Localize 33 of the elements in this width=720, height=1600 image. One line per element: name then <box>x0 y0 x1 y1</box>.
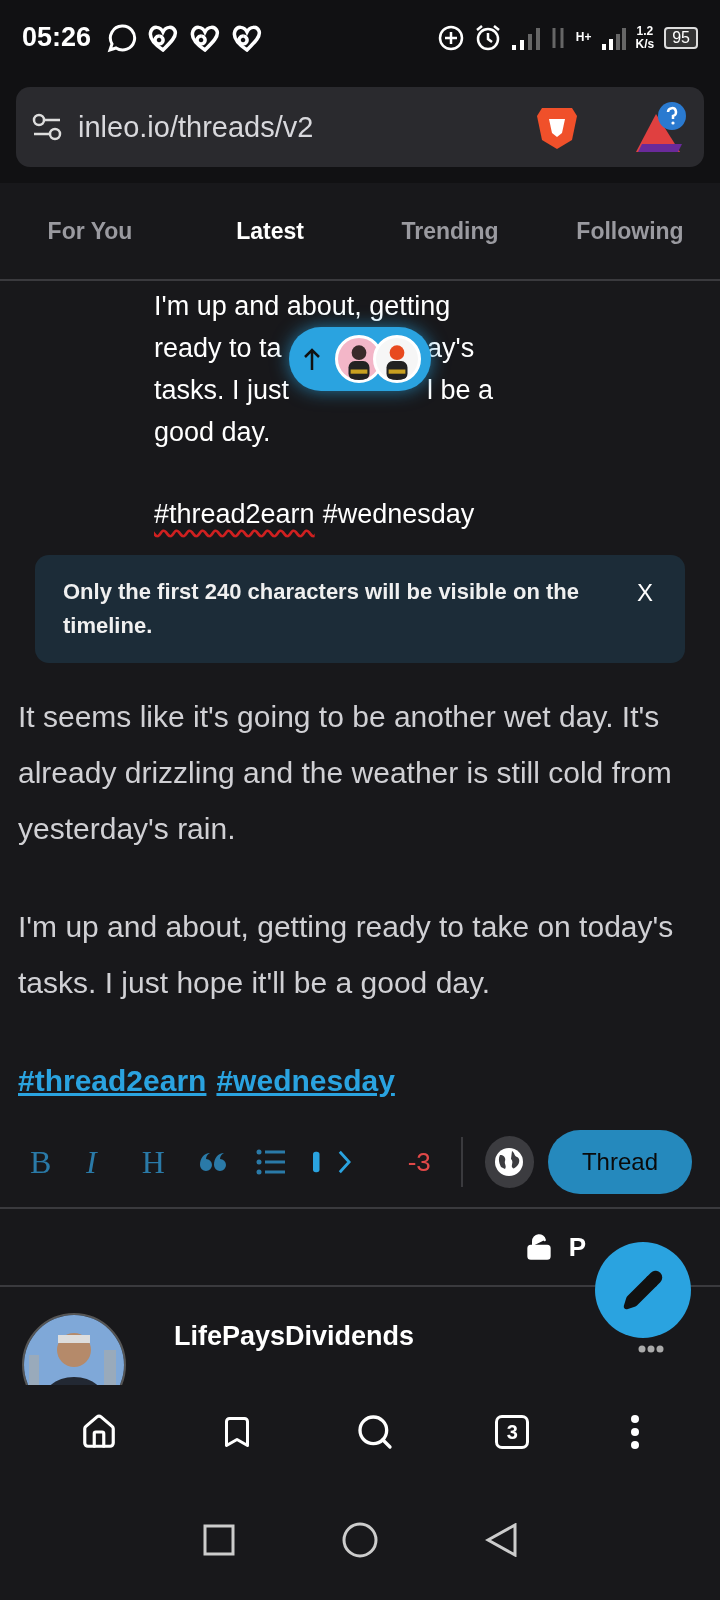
format-button[interactable]: B <box>30 1143 86 1181</box>
privacy-label[interactable]: P <box>568 1231 586 1263</box>
url-text: inleo.io/threads/v2 <box>78 110 315 144</box>
preview-text: ready to ta <box>154 333 282 363</box>
battery-level: 95 <box>664 26 698 49</box>
hashtag-link[interactable]: #thread2earn <box>18 1064 207 1097</box>
preview-text: ay's <box>427 332 475 365</box>
format-button[interactable]: I <box>85 1143 142 1181</box>
preview-text: l be a <box>427 374 494 407</box>
clock: 05:26 <box>22 22 92 53</box>
preview-text: tasks. I just <box>154 375 290 405</box>
notice-text: Only the first 240 characters will be visible on the timeline. <box>63 578 580 640</box>
thread-button[interactable]: Thread <box>547 1130 692 1194</box>
editor-paragraph: It seems like it's going to be another wet day. It's already drizzling and the weather is still cold from yesterday's rain. <box>18 699 673 847</box>
feed-tab[interactable]: Following <box>540 216 720 246</box>
character-counter: -3 <box>407 1146 431 1178</box>
hashtag-link[interactable]: #wednesday <box>216 1064 395 1097</box>
feed-tab[interactable]: For You <box>0 216 180 246</box>
close-button[interactable]: X <box>633 579 657 607</box>
speed-unit: K/s <box>635 37 655 51</box>
preview-text: I'm up and about, getting <box>154 291 451 321</box>
preview-hashtag: #wednesday <box>322 498 475 531</box>
tab-count-button[interactable]: 3 <box>495 1415 530 1449</box>
preview-text: good day. <box>154 417 271 447</box>
author-name[interactable]: LifePaysDividends <box>174 1321 415 1352</box>
preview-hashtag: #thread2earn <box>154 498 315 531</box>
network-type: H+ <box>575 31 592 44</box>
speed-value: 1.2 <box>635 24 655 38</box>
editor-paragraph: I'm up and about, getting ready to take on today's tasks. I just hope it'll be a good day. <box>18 909 675 1001</box>
feed-tab[interactable]: Latest <box>180 216 360 246</box>
format-button[interactable]: H <box>141 1143 198 1181</box>
feed-tab[interactable]: Trending <box>360 216 540 246</box>
address-bar[interactable]: inleo.io/threads/v2 <box>16 87 704 167</box>
